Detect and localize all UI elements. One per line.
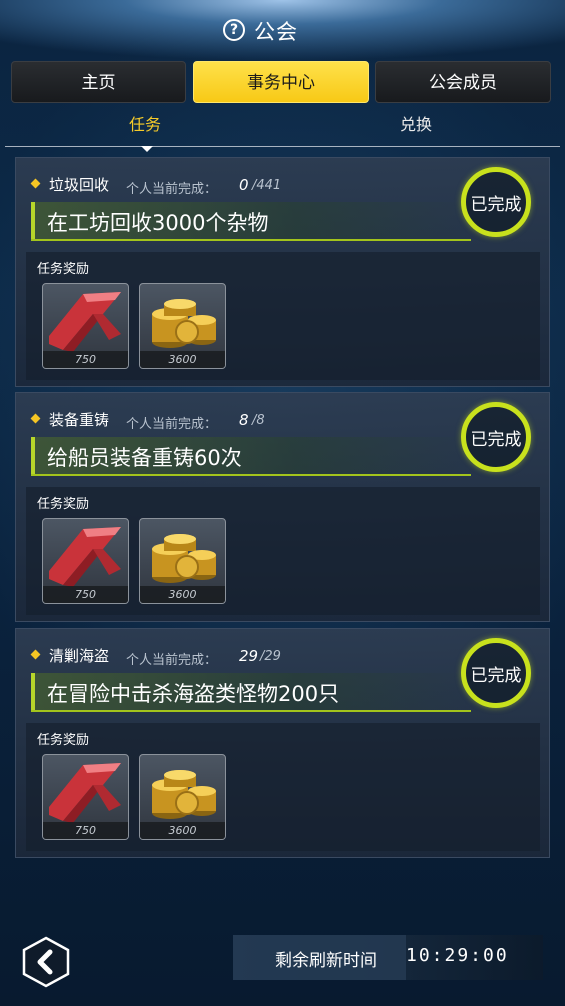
completed-badge: 已完成	[461, 638, 531, 708]
help-icon[interactable]: ?	[223, 19, 245, 41]
reward-item[interactable]: 750	[42, 754, 129, 840]
reward-item[interactable]: 3600	[139, 283, 226, 369]
progress-label: 个人当前完成：	[126, 417, 218, 432]
red-chevron-icon	[49, 292, 121, 352]
completed-label: 已完成	[470, 429, 522, 450]
description-accent-bar	[31, 673, 35, 710]
task-card: 清剿海盗 个人当前完成： 29 /29 在冒险中击杀海盗类怪物200只 已完成 …	[15, 628, 550, 858]
tab-home[interactable]: 主页	[11, 61, 186, 103]
progress-total: /8	[252, 413, 265, 428]
reward-count: 750	[43, 586, 128, 603]
red-chevron-icon	[49, 763, 121, 823]
red-chevron-icon	[49, 527, 121, 587]
rewards-label: 任务奖励	[37, 733, 90, 748]
tab-guild-members[interactable]: 公会成员	[375, 61, 551, 103]
reward-count: 3600	[140, 586, 225, 603]
task-description: 在工坊回收3000个杂物	[47, 211, 269, 235]
reward-item[interactable]: 750	[42, 283, 129, 369]
task-name: 垃圾回收	[49, 176, 110, 194]
reward-count: 3600	[140, 822, 225, 839]
task-description-band: 给船员装备重铸60次	[31, 437, 471, 476]
progress-total: /441	[252, 178, 282, 193]
progress-current: 29	[239, 647, 259, 665]
rewards-panel: 任务奖励 750 3600	[26, 252, 540, 380]
progress-current: 0	[239, 176, 249, 194]
gold-coins-icon	[152, 299, 216, 348]
description-accent-bar	[31, 437, 35, 474]
refresh-time: 10:29:00	[406, 945, 509, 966]
subtab-tasks[interactable]: 任务	[129, 111, 161, 135]
subtab-divider	[5, 146, 560, 147]
completed-label: 已完成	[470, 665, 522, 686]
task-card: 垃圾回收 个人当前完成： 0 /441 在工坊回收3000个杂物 已完成 任务奖…	[15, 157, 550, 387]
rewards-panel: 任务奖励 750 3600	[26, 487, 540, 615]
completed-badge: 已完成	[461, 167, 531, 237]
description-accent-bar	[31, 202, 35, 239]
task-name: 清剿海盗	[49, 647, 110, 665]
completed-label: 已完成	[470, 194, 522, 215]
reward-count: 750	[43, 822, 128, 839]
progress-total: /29	[260, 649, 281, 664]
task-description-band: 在冒险中击杀海盗类怪物200只	[31, 673, 471, 712]
reward-count: 750	[43, 351, 128, 368]
completed-badge: 已完成	[461, 402, 531, 472]
task-description-band: 在工坊回收3000个杂物	[31, 202, 471, 241]
refresh-timer: 剩余刷新时间 10:29:00	[233, 935, 543, 980]
rewards-label: 任务奖励	[37, 497, 90, 512]
back-chevron-icon	[22, 936, 70, 988]
gold-coins-icon	[152, 770, 216, 819]
progress-label: 个人当前完成：	[126, 182, 218, 197]
rewards-label: 任务奖励	[37, 262, 90, 277]
diamond-icon	[30, 649, 41, 660]
main-tabs: 主页 事务中心 公会成员	[11, 61, 551, 105]
progress-current: 8	[239, 411, 249, 429]
reward-item[interactable]: 3600	[139, 754, 226, 840]
tab-affairs-center[interactable]: 事务中心	[193, 61, 369, 103]
diamond-icon	[30, 178, 41, 189]
subtab-indicator	[141, 146, 153, 152]
diamond-icon	[30, 413, 41, 424]
refresh-label: 剩余刷新时间	[275, 951, 377, 971]
gold-coins-icon	[152, 534, 216, 583]
rewards-panel: 任务奖励 750 3600	[26, 723, 540, 851]
reward-item[interactable]: 750	[42, 518, 129, 604]
task-description: 在冒险中击杀海盗类怪物200只	[47, 682, 340, 706]
subtab-exchange[interactable]: 兑换	[400, 111, 432, 135]
progress-label: 个人当前完成：	[126, 653, 218, 668]
page-title: 公会	[254, 20, 298, 44]
header: ? 公会	[0, 0, 565, 48]
reward-count: 3600	[140, 351, 225, 368]
task-card: 装备重铸 个人当前完成： 8 /8 给船员装备重铸60次 已完成 任务奖励 75…	[15, 392, 550, 622]
task-name: 装备重铸	[49, 411, 110, 429]
reward-item[interactable]: 3600	[139, 518, 226, 604]
back-button[interactable]	[20, 936, 72, 988]
task-description: 给船员装备重铸60次	[47, 446, 242, 470]
